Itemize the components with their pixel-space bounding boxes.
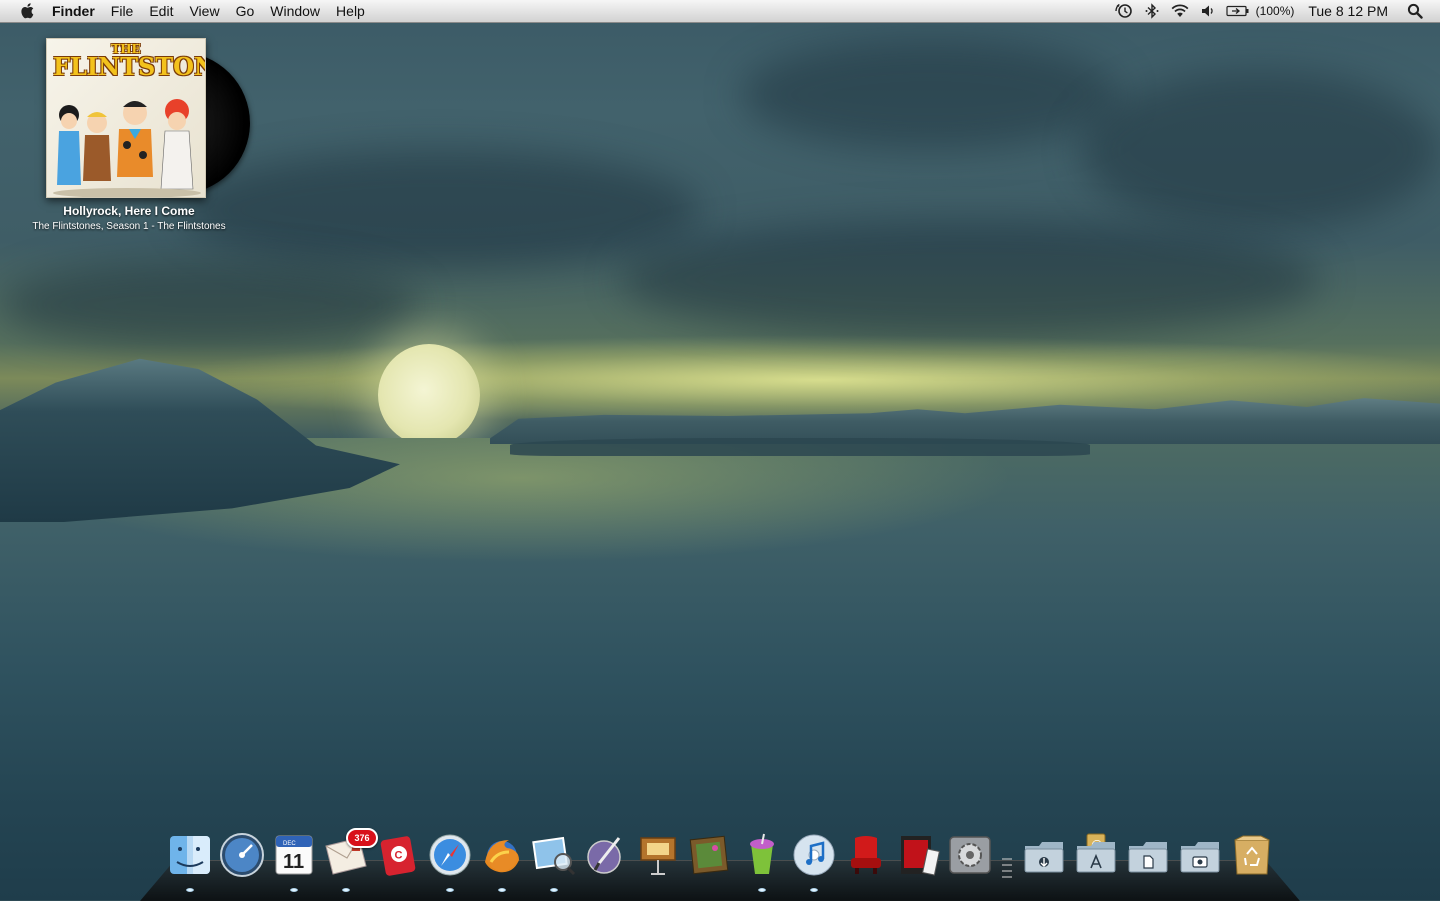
- running-indicator: [290, 888, 298, 892]
- dock-item-iphoto[interactable]: [684, 832, 736, 896]
- wallpaper-cloud: [180, 150, 700, 270]
- dock-item-finder[interactable]: [164, 832, 216, 896]
- wallpaper-cloud: [1080, 70, 1440, 230]
- dock-item-preview[interactable]: [528, 832, 580, 896]
- drink-cup-icon: [750, 833, 774, 874]
- dock: DEC 11 376 C: [164, 828, 1278, 896]
- calendar-icon: DEC 11: [275, 835, 313, 875]
- front-row-chair-icon: [851, 836, 881, 874]
- dock-item-documents-folder[interactable]: [1122, 832, 1174, 896]
- dock-item-addressbook[interactable]: C: [372, 832, 424, 896]
- applications-folder-icon: @: [1076, 833, 1116, 873]
- menu-app-name[interactable]: Finder: [44, 0, 103, 22]
- dock-item-dashboard[interactable]: [216, 832, 268, 896]
- finder-icon: [170, 836, 210, 874]
- running-indicator: [498, 888, 506, 892]
- menu-go[interactable]: Go: [228, 0, 263, 22]
- wallpaper-land: [510, 438, 1090, 456]
- album-artwork[interactable]: THE FLINTSTONES: [46, 38, 206, 198]
- time-machine-icon[interactable]: [1113, 0, 1135, 22]
- status-area: (100%) Tue 8 12 PM: [1110, 0, 1440, 22]
- downloads-folder-icon: [1024, 842, 1064, 873]
- dock-item-safari[interactable]: [424, 832, 476, 896]
- running-indicator: [446, 888, 454, 892]
- wifi-icon[interactable]: [1169, 0, 1191, 22]
- address-book-icon: C: [380, 836, 416, 876]
- calendar-day: 11: [283, 851, 304, 873]
- itunes-icon: [793, 834, 835, 876]
- apple-logo-icon[interactable]: [14, 0, 40, 22]
- system-preferences-icon: [949, 836, 991, 874]
- safari-icon: [429, 834, 471, 876]
- volume-icon[interactable]: [1197, 0, 1219, 22]
- preview-icon: [532, 836, 576, 876]
- dock-item-script-editor[interactable]: [580, 832, 632, 896]
- calendar-month: DEC: [283, 841, 296, 847]
- photo-booth-icon: [901, 836, 940, 876]
- menu-bar: Finder File Edit View Go Window Help (10…: [0, 0, 1440, 23]
- battery-percentage[interactable]: (100%): [1256, 4, 1295, 18]
- menu-file[interactable]: File: [103, 0, 142, 22]
- iphoto-icon: [689, 835, 729, 875]
- dock-item-keynote[interactable]: [632, 832, 684, 896]
- now-playing-track: Hollyrock, Here I Come: [63, 204, 195, 218]
- menu-view[interactable]: View: [181, 0, 227, 22]
- dock-item-itunes[interactable]: [788, 832, 840, 896]
- dock-item-mail[interactable]: 376: [320, 828, 378, 896]
- running-indicator: [550, 888, 558, 892]
- dock-item-firefox[interactable]: [476, 832, 528, 896]
- bluetooth-icon[interactable]: [1141, 0, 1163, 22]
- battery-icon[interactable]: [1225, 0, 1251, 22]
- script-editor-icon: [587, 837, 621, 874]
- menu-edit[interactable]: Edit: [141, 0, 181, 22]
- dock-item-downloads-folder[interactable]: [1018, 832, 1070, 896]
- dock-item-trash[interactable]: [1226, 832, 1278, 896]
- dock-item-applications-folder[interactable]: @: [1070, 832, 1122, 896]
- running-indicator: [342, 888, 350, 892]
- documents-folder-icon: [1128, 842, 1168, 873]
- flintstones-characters-art: [53, 99, 201, 197]
- now-playing-subtitle: The Flintstones, Season 1 - The Flintsto…: [32, 221, 226, 232]
- wallpaper-cloud: [0, 260, 420, 350]
- dock-item-slurp-drink[interactable]: [736, 832, 788, 896]
- album-title-main: FLINTSTONES: [53, 52, 205, 81]
- dock-item-photo-booth[interactable]: [892, 832, 944, 896]
- wallpaper-moon: [378, 344, 480, 446]
- running-indicator: [186, 888, 194, 892]
- firefox-icon: [485, 840, 519, 873]
- now-playing-widget[interactable]: THE FLINTSTONES Hollyrock, Here I Come: [10, 36, 250, 236]
- album-artwork-title: THE FLINTSTONES: [53, 43, 205, 81]
- dock-item-front-row[interactable]: [840, 832, 892, 896]
- running-indicator: [758, 888, 766, 892]
- trash-recycle-box-icon: [1234, 835, 1270, 875]
- keynote-icon: [640, 837, 676, 875]
- wallpaper-cloud: [740, 40, 1120, 150]
- svg-text:C: C: [395, 850, 403, 862]
- menu-clock[interactable]: Tue 8 12 PM: [1308, 3, 1388, 19]
- dock-item-system-preferences[interactable]: [944, 832, 996, 896]
- menu-help[interactable]: Help: [328, 0, 373, 22]
- pictures-folder-icon: [1180, 842, 1220, 873]
- menu-window[interactable]: Window: [262, 0, 328, 22]
- running-indicator: [810, 888, 818, 892]
- dock-item-pictures-folder[interactable]: [1174, 832, 1226, 896]
- dashboard-icon: [220, 833, 264, 877]
- spotlight-icon[interactable]: [1404, 3, 1426, 19]
- dock-separator[interactable]: [1000, 832, 1014, 884]
- dock-item-ical[interactable]: DEC 11: [268, 832, 320, 896]
- wallpaper-cloud: [620, 220, 1320, 340]
